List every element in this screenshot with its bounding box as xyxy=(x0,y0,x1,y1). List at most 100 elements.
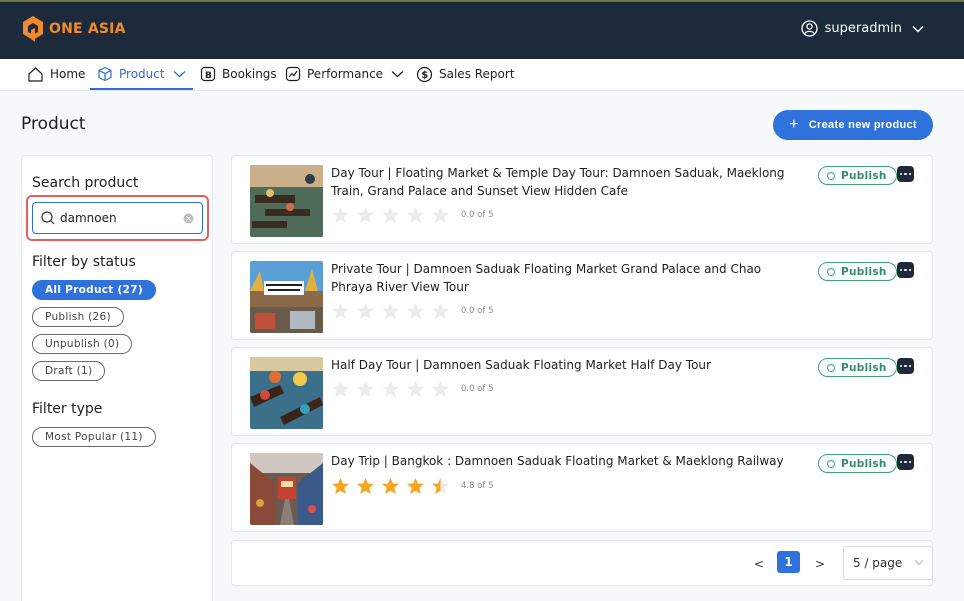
status-badge-label: Publish xyxy=(841,265,887,278)
dollar-icon: $ xyxy=(416,66,433,82)
star-rating: 0.0 of 5 xyxy=(331,380,494,398)
svg-text:$: $ xyxy=(421,70,428,81)
star-icon xyxy=(356,302,375,320)
star-icon xyxy=(356,477,375,495)
next-page-button[interactable]: > xyxy=(815,557,825,571)
nav-bookings-label: Bookings xyxy=(222,67,277,81)
prev-page-button[interactable]: < xyxy=(754,557,764,571)
search-box[interactable] xyxy=(32,202,203,234)
more-options-button[interactable] xyxy=(897,262,914,278)
page-size-value: 5 / page xyxy=(853,556,903,570)
star-icon xyxy=(431,206,450,224)
status-badge: Publish xyxy=(818,454,897,473)
chevron-down-icon xyxy=(914,559,924,566)
create-product-label: Create new product xyxy=(808,119,917,131)
star-icon xyxy=(406,477,425,495)
clear-icon[interactable] xyxy=(183,213,194,224)
star-icon xyxy=(431,380,450,398)
status-dot-icon xyxy=(827,364,835,372)
nav-bookings[interactable]: B Bookings xyxy=(200,59,277,89)
top-bar: ONE ASIA superadmin xyxy=(0,0,964,59)
product-card[interactable]: Private Tour | Damnoen Saduak Floating M… xyxy=(231,251,933,340)
nav-home[interactable]: Home xyxy=(27,59,85,89)
product-thumbnail xyxy=(250,357,323,429)
create-product-button[interactable]: + Create new product xyxy=(773,110,933,140)
search-input[interactable] xyxy=(60,211,178,225)
filter-sidebar: Search product Filter by status All Prod… xyxy=(21,155,213,601)
product-card[interactable]: Day Trip | Bangkok : Damnoen Saduak Floa… xyxy=(231,443,933,532)
rating-text: 0.0 of 5 xyxy=(461,210,494,220)
page-1-button[interactable]: 1 xyxy=(777,551,800,573)
star-rating: 0.0 of 5 xyxy=(331,302,494,320)
user-menu[interactable]: superadmin xyxy=(801,20,924,37)
rating-text: 4.8 of 5 xyxy=(461,481,494,491)
nav-sales-report-label: Sales Report xyxy=(439,67,515,81)
status-badge: Publish xyxy=(818,262,897,281)
nav-sales-report[interactable]: $ Sales Report xyxy=(416,59,515,89)
box-icon xyxy=(98,66,112,81)
page-title: Product xyxy=(21,114,86,134)
search-highlight xyxy=(26,195,209,241)
product-thumbnail xyxy=(250,453,323,525)
product-title[interactable]: Day Trip | Bangkok : Damnoen Saduak Floa… xyxy=(331,452,801,470)
more-options-button[interactable] xyxy=(897,166,914,182)
nav-product-label: Product xyxy=(119,66,165,81)
product-thumbnail xyxy=(250,165,323,237)
chevron-down-icon xyxy=(391,71,404,78)
star-icon xyxy=(406,380,425,398)
star-icon xyxy=(356,380,375,398)
star-half-icon xyxy=(431,477,450,495)
user-name: superadmin xyxy=(824,21,902,36)
product-title[interactable]: Half Day Tour | Damnoen Saduak Floating … xyxy=(331,356,801,374)
page-size-select[interactable]: 5 / page xyxy=(843,546,933,580)
more-options-button[interactable] xyxy=(897,358,914,374)
more-options-button[interactable] xyxy=(897,454,914,470)
status-badge-label: Publish xyxy=(841,457,887,470)
star-icon xyxy=(381,380,400,398)
product-thumbnail xyxy=(250,261,323,333)
status-dot-icon xyxy=(827,268,835,276)
plus-icon: + xyxy=(789,116,799,133)
star-icon xyxy=(381,206,400,224)
home-icon xyxy=(28,66,43,82)
type-chip-most-popular[interactable]: Most Popular (11) xyxy=(32,427,156,447)
star-icon xyxy=(356,206,375,224)
main-nav: Home Product B Bookings Performance $ Sa… xyxy=(0,59,964,91)
filter-type-title: Filter type xyxy=(32,401,103,417)
performance-icon xyxy=(285,66,301,82)
product-card[interactable]: Day Tour | Floating Market & Temple Day … xyxy=(231,155,933,244)
user-icon xyxy=(801,20,818,37)
rating-text: 0.0 of 5 xyxy=(461,306,494,316)
star-rating: 4.8 of 5 xyxy=(331,477,494,495)
brand-logo[interactable]: ONE ASIA xyxy=(22,15,126,43)
star-icon xyxy=(406,206,425,224)
nav-home-label: Home xyxy=(50,67,86,81)
status-dot-icon xyxy=(827,460,835,468)
star-icon xyxy=(406,302,425,320)
status-chip-all[interactable]: All Product (27) xyxy=(32,280,156,300)
search-product-title: Search product xyxy=(32,175,139,191)
nav-performance-label: Performance xyxy=(307,67,384,81)
status-chip-draft[interactable]: Draft (1) xyxy=(32,361,106,381)
status-chip-unpublish[interactable]: Unpublish (0) xyxy=(32,334,133,354)
star-icon xyxy=(331,302,350,320)
product-card[interactable]: Half Day Tour | Damnoen Saduak Floating … xyxy=(231,347,933,436)
star-rating: 0.0 of 5 xyxy=(331,206,494,224)
filter-status-title: Filter by status xyxy=(32,254,136,270)
star-icon xyxy=(431,302,450,320)
star-icon xyxy=(381,477,400,495)
bookings-icon: B xyxy=(200,66,216,82)
chevron-down-icon xyxy=(912,25,924,32)
chevron-down-icon xyxy=(173,70,185,77)
nav-performance[interactable]: Performance xyxy=(285,59,404,89)
search-icon xyxy=(41,211,55,225)
status-dot-icon xyxy=(827,172,835,180)
product-title[interactable]: Day Tour | Floating Market & Temple Day … xyxy=(331,164,801,200)
product-title[interactable]: Private Tour | Damnoen Saduak Floating M… xyxy=(331,260,801,296)
pagination: < 1 > 5 / page xyxy=(231,540,933,586)
brand-name: ONE ASIA xyxy=(49,21,126,37)
rating-text: 0.0 of 5 xyxy=(461,384,494,394)
logo-icon xyxy=(23,16,43,42)
status-chip-publish[interactable]: Publish (26) xyxy=(32,307,124,327)
nav-product[interactable]: Product xyxy=(90,59,193,90)
